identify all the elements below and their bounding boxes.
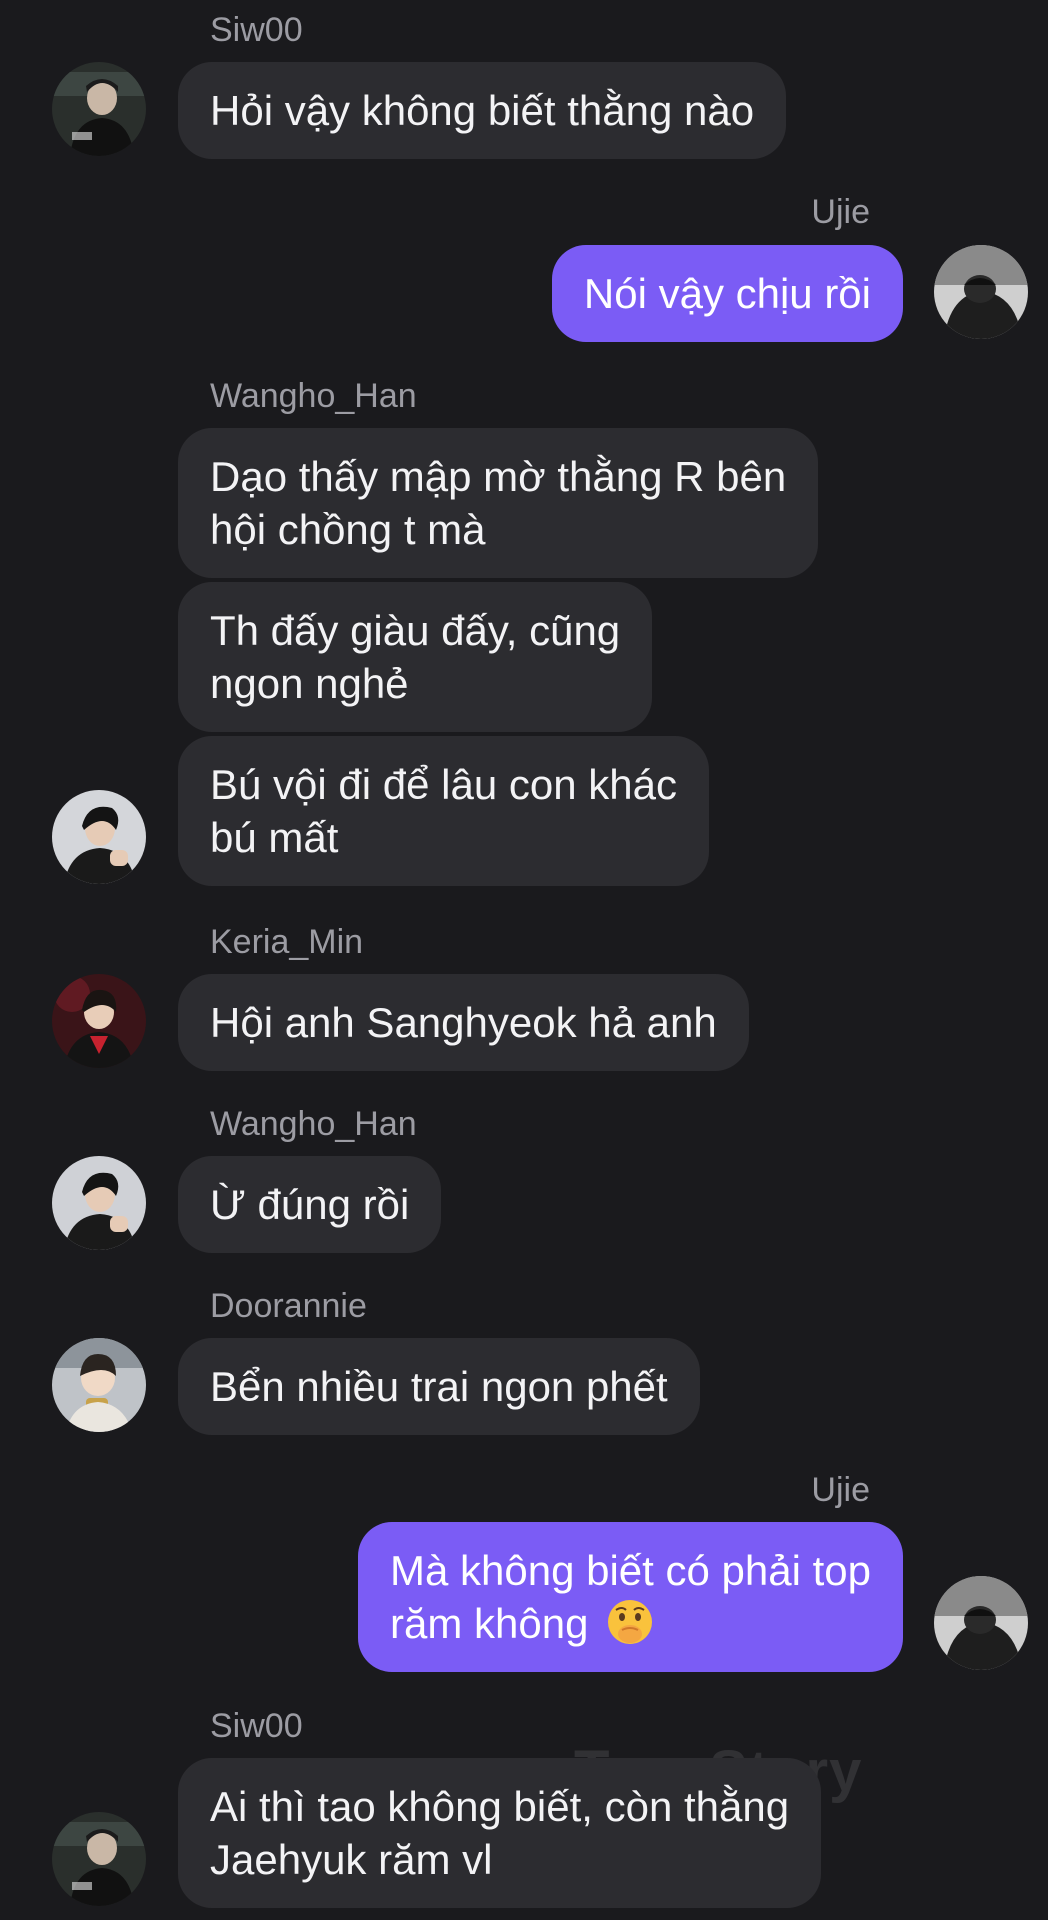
message-line: Bú vội đi để lâu con khác: [210, 761, 677, 808]
sender-name: Wangho_Han: [210, 1105, 417, 1143]
message-line: ngon nghẻ: [210, 660, 409, 707]
message-bubble-outgoing[interactable]: Nói vậy chịu rồi: [551, 245, 903, 342]
message-bubble-incoming[interactable]: Dạo thấy mập mờ thằng R bên hội chồng t …: [178, 428, 819, 578]
user-avatar-icon: [52, 1812, 146, 1906]
avatar-wangho-han[interactable]: [52, 790, 146, 884]
message-bubble-incoming[interactable]: Hỏi vậy không biết thằng nào: [178, 62, 787, 159]
message-bubble-incoming[interactable]: Ừ đúng rồi: [178, 1156, 442, 1253]
message-line: Th đấy giàu đấy, cũng: [210, 607, 621, 654]
message-line: răm không: [390, 1597, 871, 1650]
message-line: Mà không biết có phải top: [390, 1547, 871, 1594]
avatar-wangho-han[interactable]: [52, 1156, 146, 1250]
user-avatar-icon: [52, 1338, 146, 1432]
sender-name: Ujie: [811, 1471, 870, 1509]
avatar-keria-min[interactable]: [52, 974, 146, 1068]
sender-name: Ujie: [811, 193, 870, 231]
sender-name: Keria_Min: [210, 923, 364, 961]
sender-name: Siw00: [210, 1707, 303, 1745]
avatar-ujie[interactable]: [934, 1576, 1028, 1670]
sender-name: Siw00: [210, 11, 303, 49]
message-bubble-incoming[interactable]: Bển nhiều trai ngon phết: [178, 1338, 700, 1435]
avatar-siw00[interactable]: [52, 1812, 146, 1906]
user-avatar-icon: [52, 974, 146, 1068]
user-avatar-icon: [52, 62, 146, 156]
user-avatar-icon: [52, 790, 146, 884]
avatar-siw00[interactable]: [52, 62, 146, 156]
message-bubble-incoming[interactable]: Ai thì tao không biết, còn thằng Jaehyuk…: [178, 1758, 822, 1908]
message-bubble-outgoing[interactable]: Mà không biết có phải top răm không: [358, 1522, 903, 1672]
message-bubble-incoming[interactable]: Th đấy giàu đấy, cũng ngon nghẻ: [178, 582, 653, 732]
user-avatar-icon: [934, 1576, 1028, 1670]
avatar-doorannie[interactable]: [52, 1338, 146, 1432]
shushing-face-emoji-icon: [608, 1600, 653, 1644]
sender-name: Wangho_Han: [210, 377, 417, 415]
message-line: Ai thì tao không biết, còn thằng: [210, 1783, 790, 1830]
message-line: hội chồng t mà: [210, 506, 486, 553]
message-line: Jaehyuk răm vl: [210, 1836, 493, 1883]
user-avatar-icon: [52, 1156, 146, 1250]
sender-name: Doorannie: [210, 1287, 367, 1325]
message-line-text: răm không: [390, 1600, 589, 1647]
avatar-ujie[interactable]: [934, 245, 1028, 339]
message-line: Dạo thấy mập mờ thằng R bên: [210, 453, 787, 500]
message-line: bú mất: [210, 814, 339, 861]
user-avatar-icon: [934, 245, 1028, 339]
message-bubble-incoming[interactable]: Bú vội đi để lâu con khác bú mất: [178, 736, 709, 886]
message-bubble-incoming[interactable]: Hội anh Sanghyeok hả anh: [178, 974, 749, 1071]
